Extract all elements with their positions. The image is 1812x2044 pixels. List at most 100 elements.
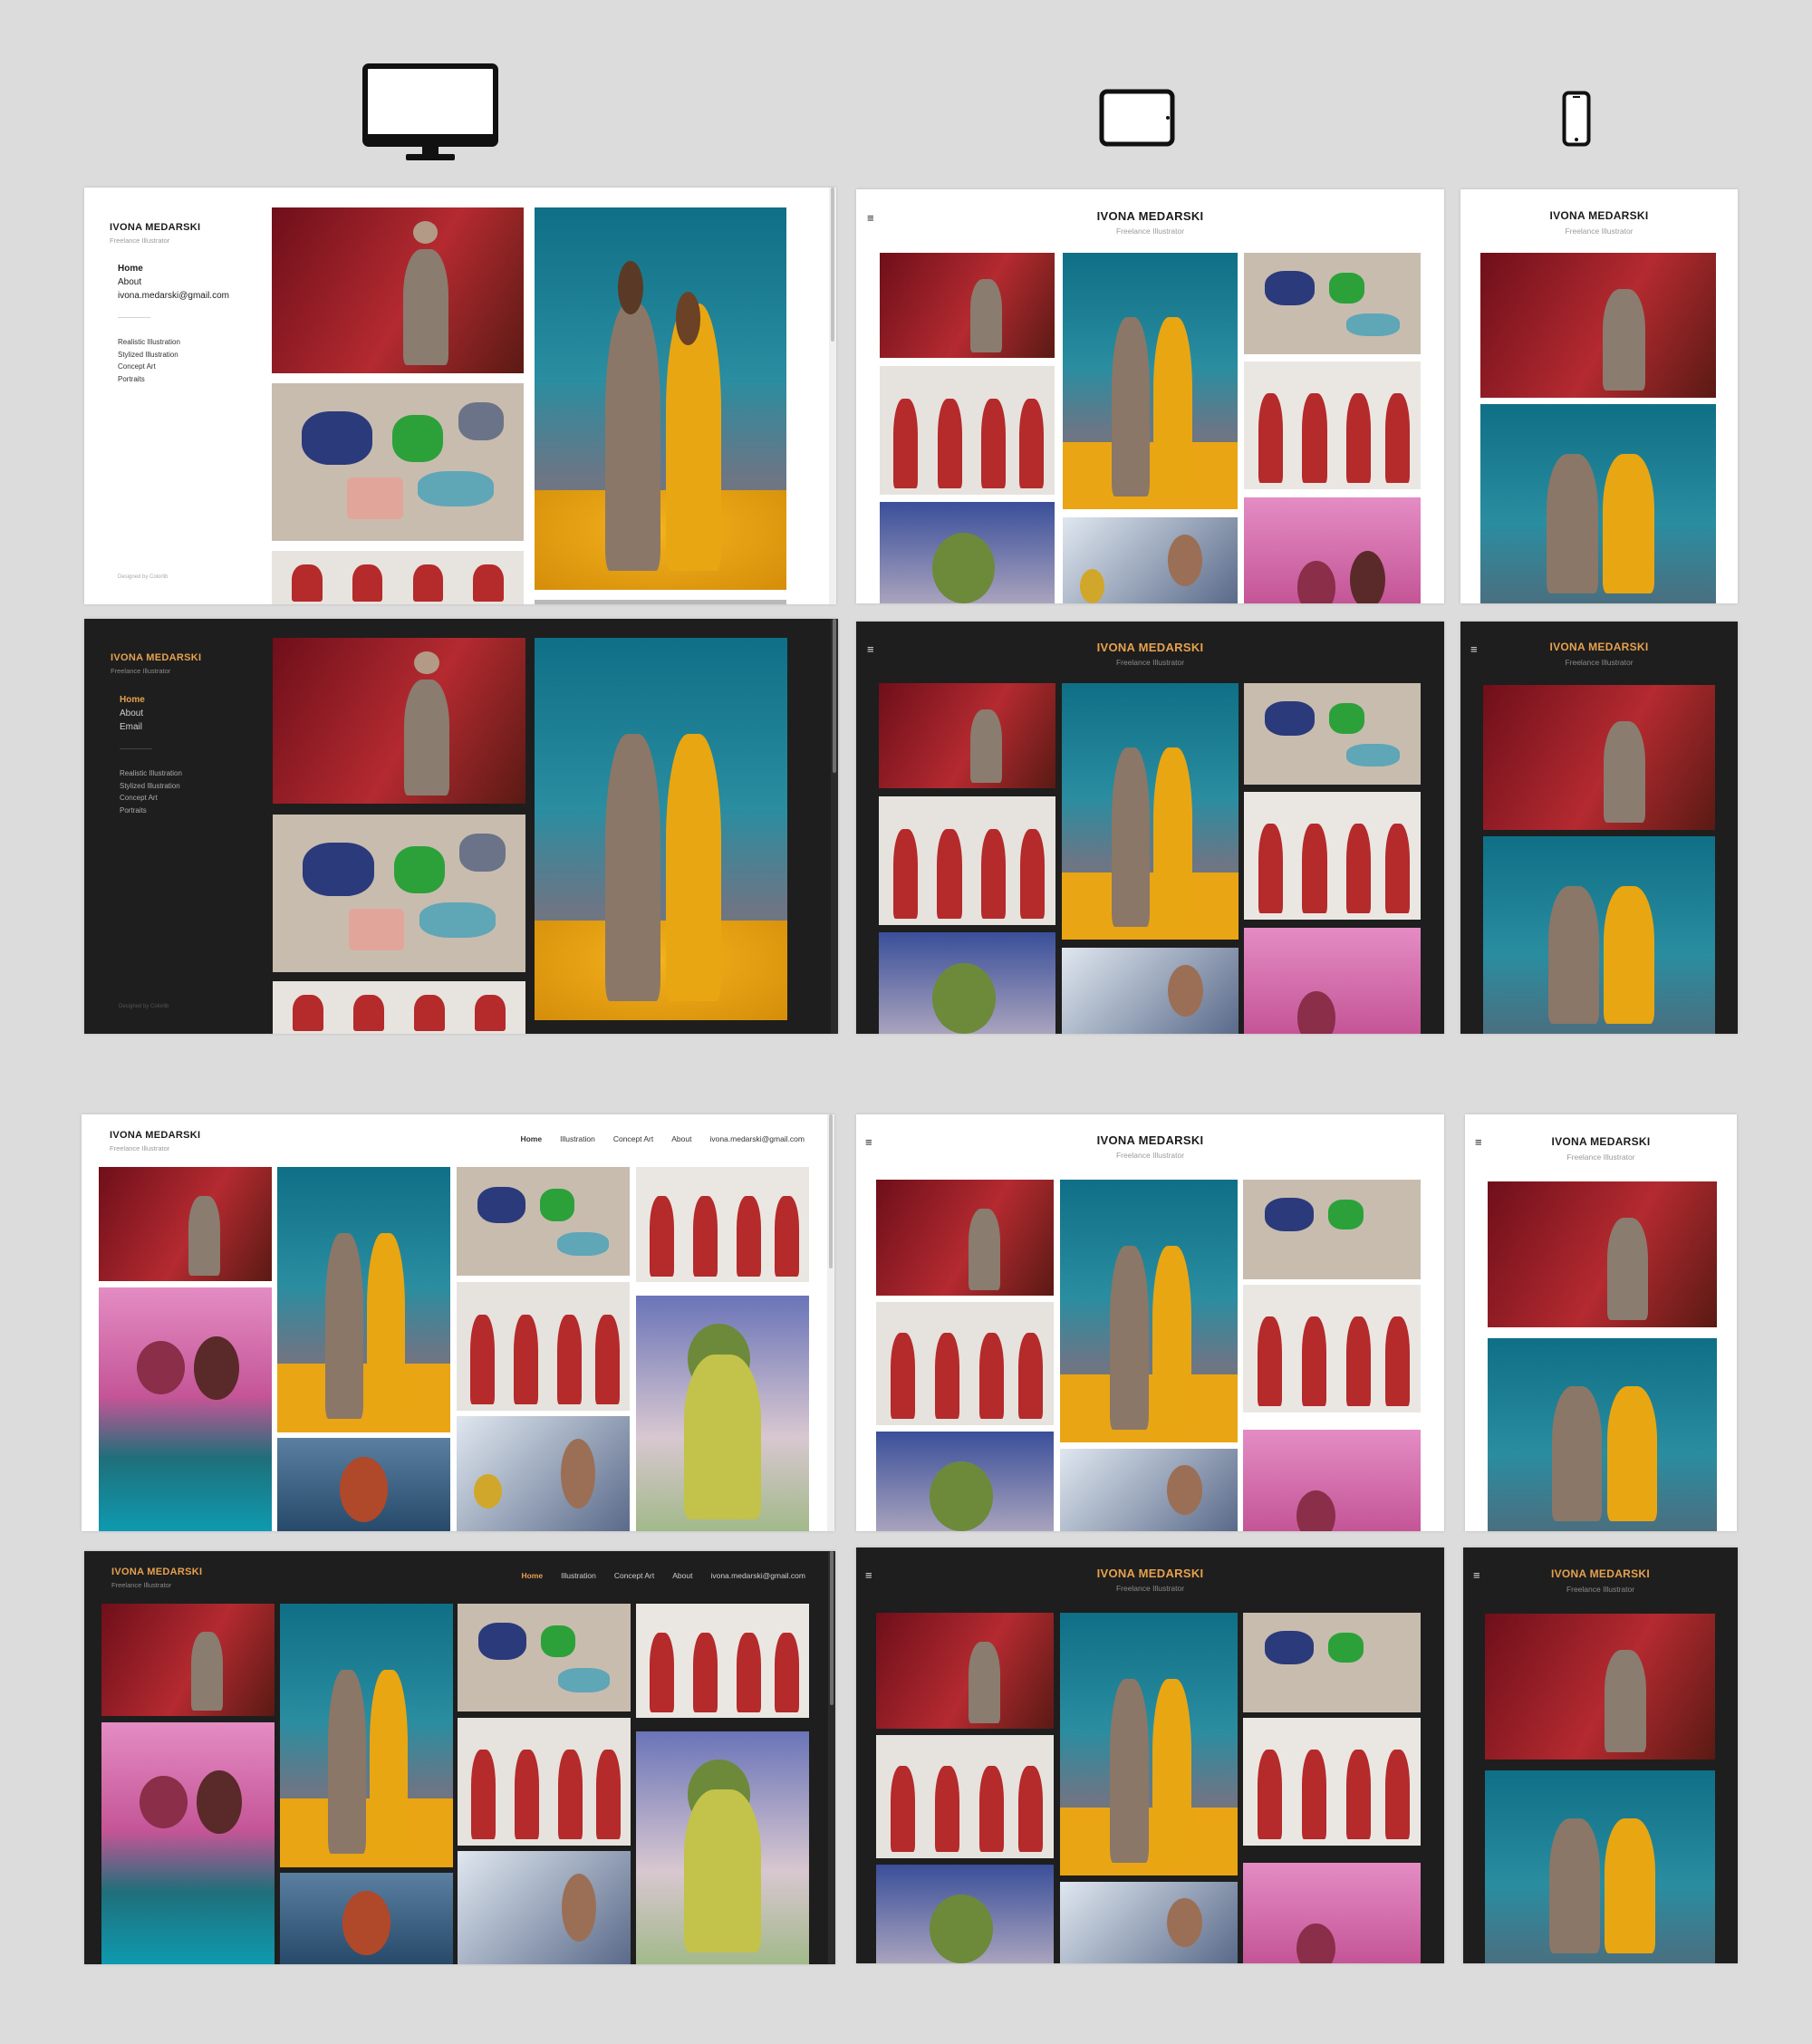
artwork-red-door-figure[interactable]	[876, 1180, 1054, 1296]
nav-email[interactable]: ivona.medarski@gmail.com	[118, 289, 229, 303]
artwork-couple-teal-gold[interactable]	[1060, 1180, 1238, 1442]
category-portraits[interactable]: Portraits	[120, 805, 182, 817]
artwork-items-concept[interactable]	[1243, 1613, 1421, 1712]
category-portraits[interactable]: Portraits	[118, 373, 180, 386]
nav-illustration[interactable]: Illustration	[560, 1134, 595, 1143]
artwork-pink-couple[interactable]	[1243, 1863, 1421, 1963]
artwork-red-robes-front[interactable]	[457, 1282, 630, 1411]
artwork-partial[interactable]	[535, 600, 786, 604]
artwork-items-concept[interactable]	[458, 1604, 631, 1711]
site-title[interactable]: IVONA MEDARSKI	[110, 1130, 200, 1141]
artwork-red-robes-lineup[interactable]	[1244, 792, 1421, 920]
artwork-red-door-figure[interactable]	[99, 1167, 272, 1281]
artwork-red-robes-front[interactable]	[876, 1735, 1054, 1858]
artwork-red-door-figure[interactable]	[272, 207, 524, 373]
artwork-red-robes-lineup[interactable]	[1244, 362, 1421, 489]
scrollbar[interactable]	[827, 1114, 834, 1531]
category-concept[interactable]: Concept Art	[118, 361, 180, 373]
category-stylized[interactable]: Stylized Illustration	[120, 780, 182, 793]
artwork-red-door-figure[interactable]	[1483, 685, 1715, 830]
nav-email[interactable]: Email	[120, 720, 145, 734]
artwork-green-elf[interactable]	[876, 1865, 1054, 1963]
category-concept[interactable]: Concept Art	[120, 792, 182, 805]
artwork-knight-skull[interactable]	[457, 1416, 630, 1531]
artwork-couple-teal-gold[interactable]	[1488, 1338, 1717, 1531]
category-realistic[interactable]: Realistic Illustration	[118, 336, 180, 349]
artwork-red-hair-woman[interactable]	[277, 1438, 450, 1531]
artwork-red-robes-front[interactable]	[880, 366, 1055, 495]
nav-illustration[interactable]: Illustration	[561, 1571, 596, 1580]
artwork-items-concept[interactable]	[272, 383, 524, 541]
site-title[interactable]: IVONA MEDARSKI	[111, 1567, 202, 1577]
artwork-couple-teal-gold[interactable]	[277, 1167, 450, 1432]
artwork-green-elf[interactable]	[636, 1731, 809, 1964]
artwork-red-robes-lineup[interactable]	[636, 1604, 809, 1718]
nav-about[interactable]: About	[118, 275, 229, 289]
artwork-red-door-figure[interactable]	[1485, 1614, 1715, 1760]
artwork-items-concept[interactable]	[1244, 683, 1421, 785]
artwork-red-robes-lineup[interactable]	[273, 981, 525, 1034]
artwork-green-elf[interactable]	[636, 1296, 809, 1531]
nav-about[interactable]: About	[671, 1134, 691, 1143]
artwork-knight-skull[interactable]	[458, 1851, 631, 1964]
nav-home[interactable]: Home	[118, 262, 229, 275]
artwork-red-robes-lineup[interactable]	[1243, 1718, 1421, 1846]
site-title[interactable]: IVONA MEDARSKI	[856, 209, 1444, 223]
nav-home[interactable]: Home	[521, 1571, 543, 1580]
artwork-red-robes-front[interactable]	[458, 1718, 631, 1846]
artwork-couple-teal-gold[interactable]	[535, 207, 786, 590]
artwork-pink-couple[interactable]	[99, 1287, 272, 1531]
artwork-red-door-figure[interactable]	[1488, 1181, 1717, 1327]
artwork-red-robes-lineup[interactable]	[272, 551, 524, 604]
artwork-pink-couple[interactable]	[101, 1722, 275, 1964]
site-title[interactable]: IVONA MEDARSKI	[856, 641, 1444, 654]
scrollbar[interactable]	[829, 188, 836, 604]
category-realistic[interactable]: Realistic Illustration	[120, 767, 182, 780]
site-title[interactable]: IVONA MEDARSKI	[110, 222, 200, 233]
artwork-pink-couple[interactable]	[1243, 1430, 1421, 1531]
nav-email[interactable]: ivona.medarski@gmail.com	[709, 1134, 805, 1143]
site-title[interactable]: IVONA MEDARSKI	[1463, 1567, 1738, 1580]
credit[interactable]: Designed by Colorlib	[118, 574, 168, 580]
artwork-knight-skull[interactable]	[1060, 1449, 1238, 1531]
nav-home[interactable]: Home	[120, 693, 145, 707]
site-title[interactable]: IVONA MEDARSKI	[1465, 1135, 1737, 1148]
artwork-couple-teal-gold[interactable]	[280, 1604, 453, 1867]
artwork-red-hair-woman[interactable]	[280, 1873, 453, 1964]
artwork-items-concept[interactable]	[273, 815, 525, 972]
site-title[interactable]: IVONA MEDARSKI	[111, 652, 201, 663]
artwork-couple-teal-gold[interactable]	[1485, 1770, 1715, 1963]
artwork-green-elf[interactable]	[880, 502, 1055, 603]
site-title[interactable]: IVONA MEDARSKI	[856, 1567, 1444, 1580]
artwork-red-robes-front[interactable]	[879, 796, 1055, 925]
site-title[interactable]: IVONA MEDARSKI	[1460, 209, 1738, 222]
artwork-couple-teal-gold[interactable]	[1063, 253, 1238, 509]
nav-email[interactable]: ivona.medarski@gmail.com	[710, 1571, 805, 1580]
artwork-red-door-figure[interactable]	[1480, 253, 1716, 398]
artwork-knight-skull[interactable]	[1063, 517, 1238, 603]
nav-home[interactable]: Home	[520, 1134, 542, 1143]
artwork-red-robes-lineup[interactable]	[1243, 1285, 1421, 1412]
nav-about[interactable]: About	[120, 707, 145, 720]
scrollbar[interactable]	[828, 1551, 835, 1964]
artwork-green-elf[interactable]	[876, 1432, 1054, 1531]
artwork-red-door-figure[interactable]	[273, 638, 525, 804]
artwork-couple-teal-gold[interactable]	[1483, 836, 1715, 1034]
category-stylized[interactable]: Stylized Illustration	[118, 349, 180, 362]
scrollbar[interactable]	[831, 619, 838, 1034]
nav-about[interactable]: About	[672, 1571, 692, 1580]
artwork-couple-teal-gold[interactable]	[535, 638, 787, 1020]
artwork-red-robes-front[interactable]	[876, 1302, 1054, 1425]
nav-concept-art[interactable]: Concept Art	[614, 1571, 654, 1580]
artwork-couple-teal-gold[interactable]	[1480, 404, 1716, 603]
artwork-green-elf[interactable]	[879, 932, 1055, 1034]
artwork-red-door-figure[interactable]	[879, 683, 1055, 788]
artwork-items-concept[interactable]	[1244, 253, 1421, 354]
artwork-red-door-figure[interactable]	[880, 253, 1055, 358]
artwork-pink-couple[interactable]	[1244, 497, 1421, 603]
artwork-pink-couple[interactable]	[1244, 928, 1421, 1034]
artwork-knight-skull[interactable]	[1062, 948, 1239, 1034]
site-title[interactable]: IVONA MEDARSKI	[856, 1133, 1444, 1147]
artwork-items-concept[interactable]	[1243, 1180, 1421, 1279]
nav-concept-art[interactable]: Concept Art	[613, 1134, 653, 1143]
